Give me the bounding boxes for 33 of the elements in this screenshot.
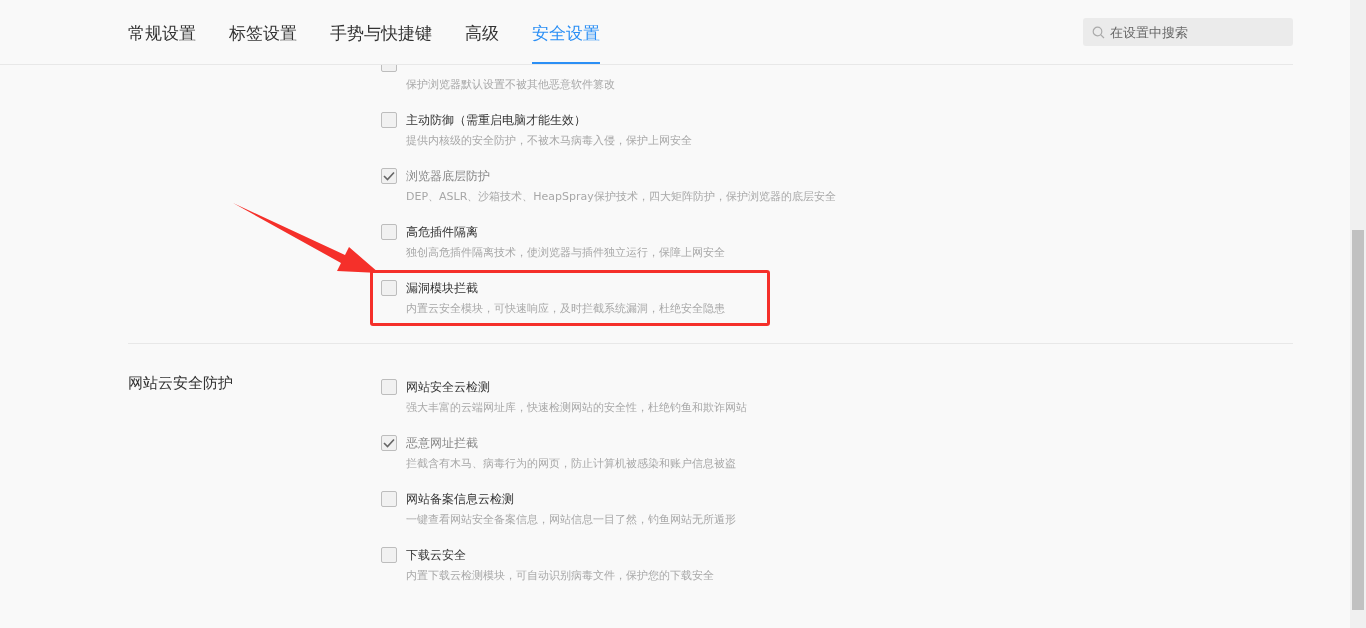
checkbox[interactable]	[381, 435, 397, 451]
checkbox[interactable]	[381, 112, 397, 128]
option-description: 提供内核级的安全防护，不被木马病毒入侵，保护上网安全	[406, 133, 692, 148]
option-description: 保护浏览器默认设置不被其他恶意软件篡改	[406, 77, 615, 92]
section-title: 网站云安全防护	[128, 374, 233, 392]
search-icon	[1092, 26, 1105, 39]
option-label: 下载云安全	[406, 546, 466, 564]
option-description: DEP、ASLR、沙箱技术、HeapSpray保护技术，四大矩阵防护，保护浏览器的底层安全	[406, 189, 836, 204]
option-label: 主动防御（需重启电脑才能生效）	[406, 111, 586, 129]
search-field[interactable]: 在设置中搜索	[1083, 18, 1293, 46]
checkbox[interactable]	[381, 280, 397, 296]
option-description: 强大丰富的云端网址库，快速检测网站的安全性，杜绝钓鱼和欺诈网站	[406, 400, 747, 415]
checkbox[interactable]	[381, 491, 397, 507]
option-label: 漏洞模块拦截	[406, 279, 478, 297]
option-description: 拦截含有木马、病毒行为的网页，防止计算机被感染和账户信息被盗	[406, 456, 736, 471]
checkbox[interactable]	[381, 168, 397, 184]
settings-tab[interactable]: 高级	[465, 0, 499, 64]
scrollbar-thumb[interactable]	[1352, 230, 1364, 610]
option-label: 网站安全云检测	[406, 378, 490, 396]
checkbox[interactable]	[381, 547, 397, 563]
option-label: 网站备案信息云检测	[406, 490, 514, 508]
checkbox[interactable]	[381, 224, 397, 240]
checkbox[interactable]	[381, 379, 397, 395]
option-label: 高危插件隔离	[406, 223, 478, 241]
option-description: 独创高危插件隔离技术，使浏览器与插件独立运行，保障上网安全	[406, 245, 725, 260]
option-description: 内置云安全模块，可快速响应，及时拦截系统漏洞，杜绝安全隐患	[406, 301, 725, 316]
settings-tab[interactable]: 标签设置	[229, 0, 297, 64]
scrollbar[interactable]	[1350, 0, 1366, 628]
settings-tab[interactable]: 常规设置	[128, 0, 196, 64]
settings-tab[interactable]: 手势与快捷键	[330, 0, 432, 64]
option-label: 浏览器底层防护	[406, 167, 490, 185]
option-label: 恶意网址拦截	[406, 434, 478, 452]
option-description: 内置下载云检测模块，可自动识别病毒文件，保护您的下载安全	[406, 568, 714, 583]
